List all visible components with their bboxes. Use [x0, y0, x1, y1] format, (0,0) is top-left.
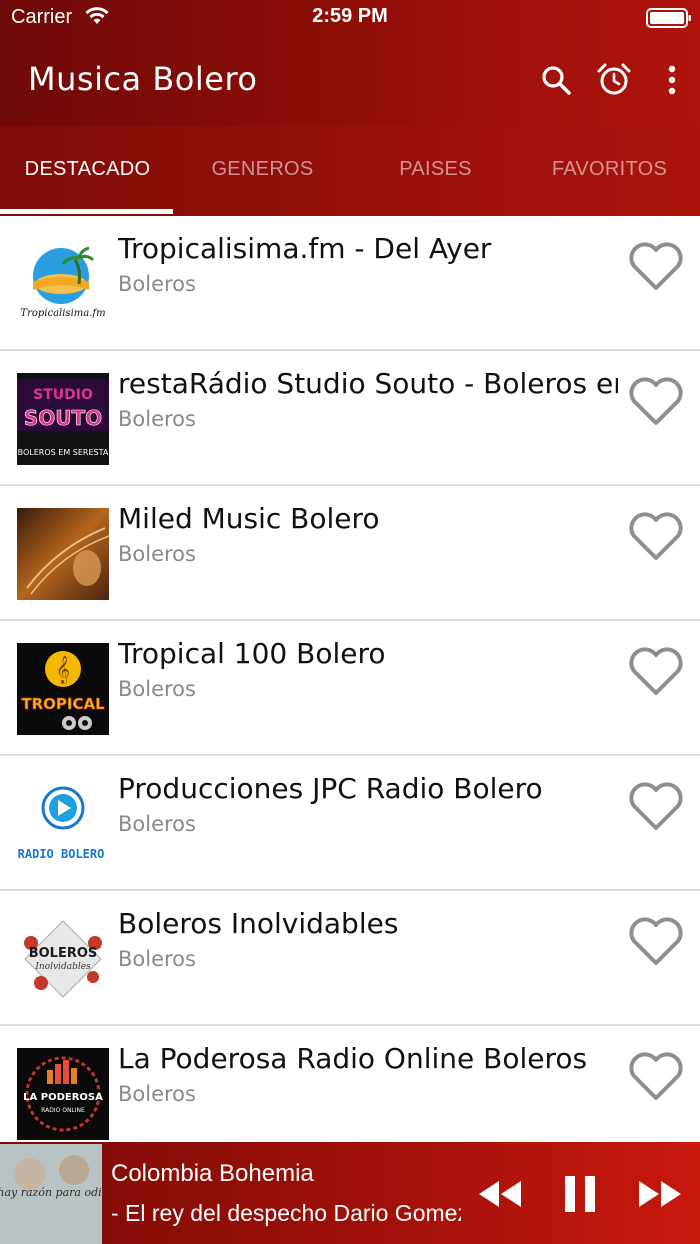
pause-button[interactable] — [560, 1172, 600, 1216]
tab-indicator — [0, 209, 173, 214]
station-logo: STUDIO SOUTO BOLEROS EM SERESTA — [17, 373, 109, 465]
logo-text: BOLEROS — [29, 946, 98, 961]
station-logo: RADIO BOLERO — [17, 778, 109, 870]
tab-paises[interactable]: PAISES — [348, 126, 523, 212]
station-logo: BOLEROS Inolvidables — [17, 913, 109, 1005]
station-name: Producciones JPC Radio Bolero — [118, 772, 543, 805]
heart-icon[interactable] — [626, 778, 686, 834]
station-row[interactable]: STUDIO SOUTO BOLEROS EM SERESTA restaRád… — [0, 351, 700, 486]
station-genre: Boleros — [118, 407, 196, 431]
station-name: Tropical 100 Bolero — [118, 637, 386, 670]
station-name: La Poderosa Radio Online Boleros — [118, 1042, 588, 1075]
svg-text:SOUTO: SOUTO — [24, 406, 102, 430]
station-row[interactable]: Tropicalisima.fm Tropicalisima.fm - Del … — [0, 216, 700, 351]
station-name: restaRádio Studio Souto - Boleros em S — [118, 367, 618, 400]
station-row[interactable]: Miled Music Bolero Boleros — [0, 486, 700, 621]
status-bar: Carrier 2:59 PM — [0, 0, 700, 36]
rewind-button[interactable] — [476, 1172, 524, 1216]
logo-text: TROPICAL — [21, 695, 105, 713]
station-logo: LA PODEROSA RADIO ONLINE — [17, 1048, 109, 1140]
tab-bar: DESTACADO GENEROS PAISES FAVORITOS — [0, 126, 700, 216]
station-genre: Boleros — [118, 542, 196, 566]
heart-icon[interactable] — [626, 1048, 686, 1104]
rewind-icon — [479, 1181, 521, 1207]
more-vertical-icon — [668, 65, 676, 95]
search-button[interactable] — [534, 58, 578, 102]
battery-icon — [646, 8, 691, 28]
app-title: Musica Bolero — [28, 60, 258, 98]
station-row[interactable]: RADIO BOLERO Producciones JPC Radio Bole… — [0, 756, 700, 891]
svg-text:𝄞: 𝄞 — [56, 655, 70, 684]
logo-subtext: RADIO ONLINE — [41, 1107, 85, 1114]
logo-subtext: BOLEROS EM SERESTA — [18, 448, 109, 457]
tab-generos[interactable]: GENEROS — [175, 126, 350, 212]
station-genre: Boleros — [118, 947, 196, 971]
station-genre: Boleros — [118, 812, 196, 836]
search-icon — [542, 66, 571, 95]
app-header: Carrier 2:59 PM Musica Bolero DESTACADO … — [0, 0, 700, 216]
station-row[interactable]: LA PODEROSA RADIO ONLINE La Poderosa Rad… — [0, 1026, 700, 1161]
station-name: Tropicalisima.fm - Del Ayer — [118, 232, 492, 265]
player-track-title: - El rey del despecho Dario Gomez — [111, 1200, 461, 1226]
station-logo: 𝄞 TROPICAL — [17, 643, 109, 735]
station-row[interactable]: 𝄞 TROPICAL Tropical 100 Bolero Boleros — [0, 621, 700, 756]
logo-text: LA PODEROSA — [23, 1092, 103, 1103]
now-playing-bar[interactable]: No hay razón para odiarte Colombia Bohem… — [0, 1142, 700, 1244]
station-genre: Boleros — [118, 1082, 196, 1106]
station-list: Tropicalisima.fm Tropicalisima.fm - Del … — [0, 216, 700, 1161]
more-options-button[interactable] — [650, 58, 694, 102]
station-genre: Boleros — [118, 272, 196, 296]
logo-subtext: Inolvidables — [34, 962, 91, 972]
svg-text:STUDIO: STUDIO — [33, 387, 93, 403]
album-art: No hay razón para odiarte — [0, 1144, 102, 1244]
alarm-button[interactable] — [592, 58, 636, 102]
fast-forward-button[interactable] — [636, 1172, 684, 1216]
heart-icon[interactable] — [626, 373, 686, 429]
logo-text: Tropicalisima.fm — [20, 308, 105, 319]
album-art-text: No hay razón para odiarte — [0, 1186, 102, 1199]
station-logo — [17, 508, 109, 600]
heart-icon[interactable] — [626, 508, 686, 564]
alarm-clock-icon — [597, 63, 631, 95]
station-genre: Boleros — [118, 677, 196, 701]
tab-destacado[interactable]: DESTACADO — [0, 126, 175, 212]
logo-text: RADIO BOLERO — [18, 847, 105, 861]
station-name: Miled Music Bolero — [118, 502, 380, 535]
tab-favoritos[interactable]: FAVORITOS — [522, 126, 697, 212]
heart-icon[interactable] — [626, 643, 686, 699]
station-name: Boleros Inolvidables — [118, 907, 399, 940]
pause-icon — [565, 1176, 595, 1212]
station-row[interactable]: BOLEROS Inolvidables Boleros Inolvidable… — [0, 891, 700, 1026]
fast-forward-icon — [639, 1181, 681, 1207]
heart-icon[interactable] — [626, 238, 686, 294]
heart-icon[interactable] — [626, 913, 686, 969]
station-logo: Tropicalisima.fm — [17, 238, 109, 330]
player-station-name: Colombia Bohemia — [111, 1160, 314, 1187]
status-time: 2:59 PM — [312, 5, 388, 27]
